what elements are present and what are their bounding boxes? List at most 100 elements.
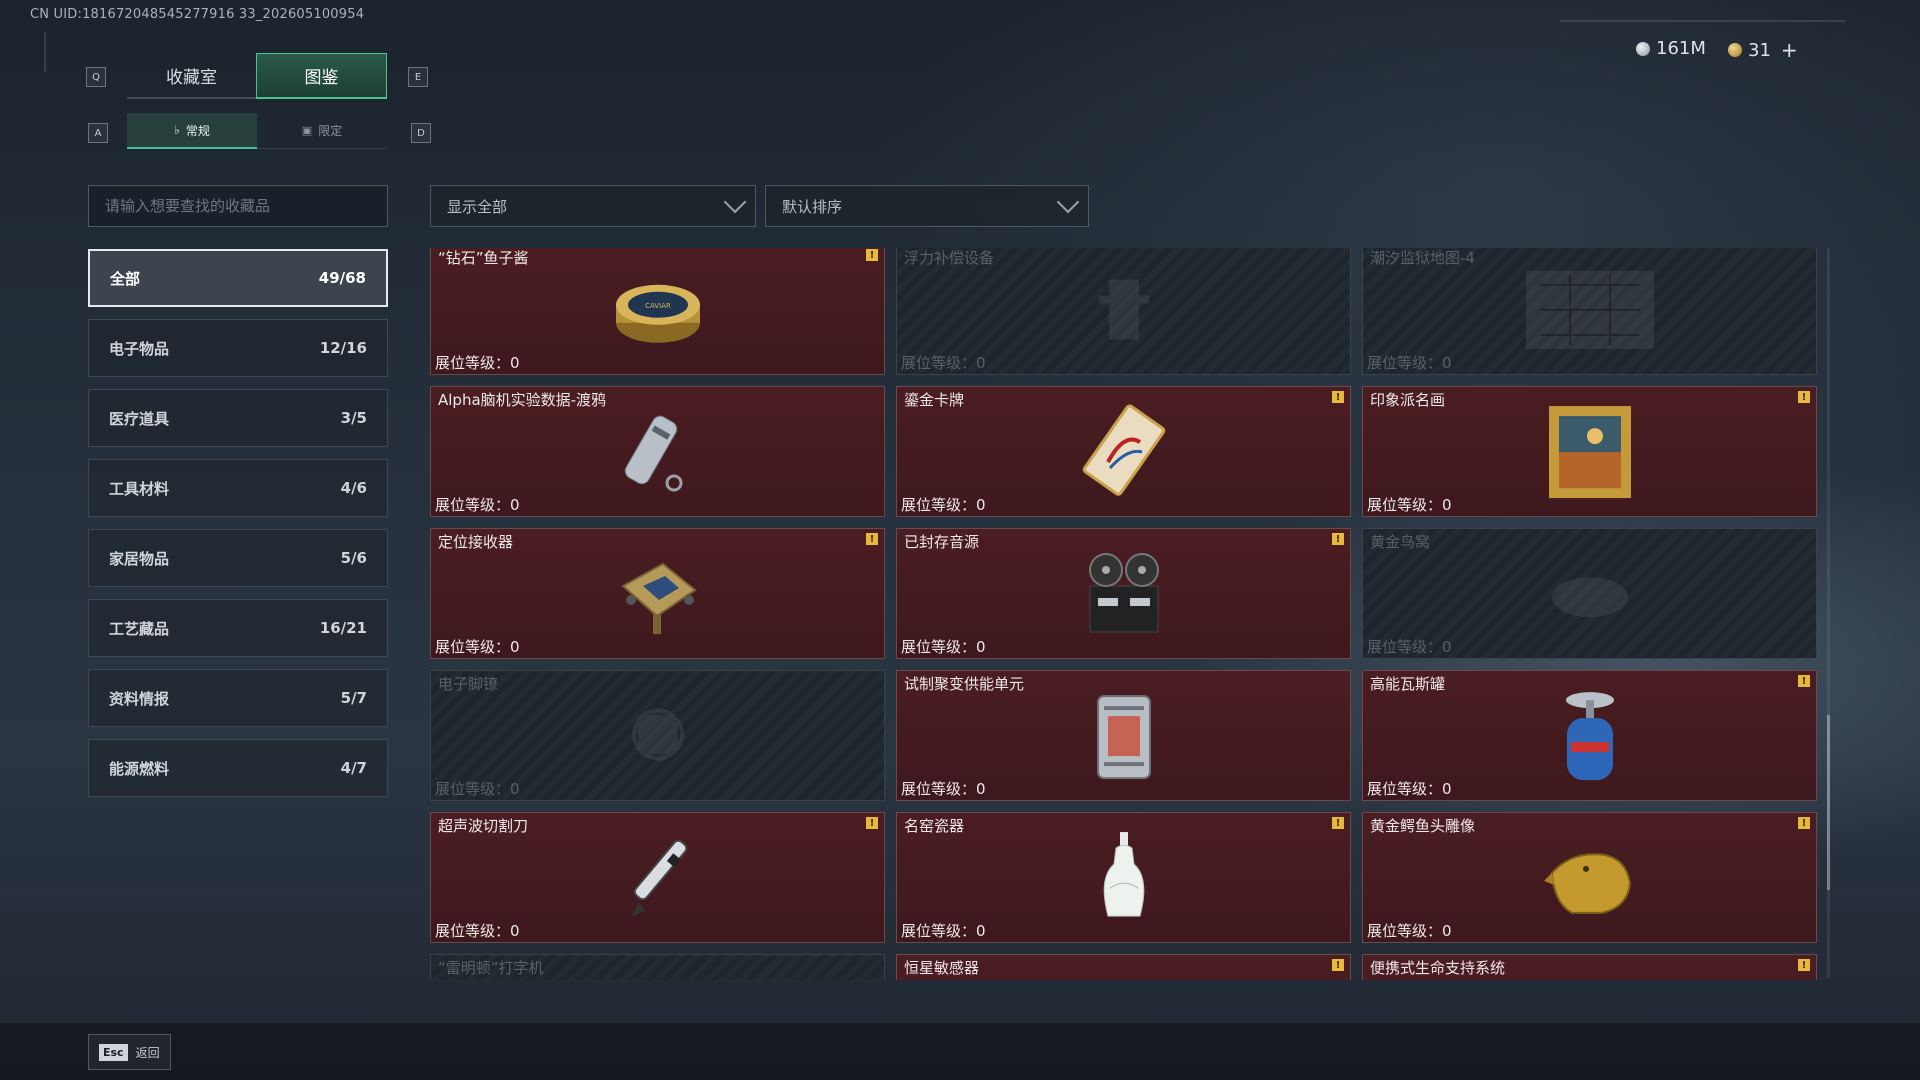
svg-text:CAVIAR: CAVIAR	[645, 301, 671, 309]
image-icon: ▣	[301, 124, 313, 137]
item-level: 展位等级：0	[1367, 638, 1452, 656]
tab-label: 图鉴	[304, 68, 339, 88]
search-input[interactable]	[88, 185, 388, 227]
bottom-bar	[0, 1023, 1920, 1080]
collection-grid: “钻石”鱼子酱 CAVIAR 展位等级：0! 浮力补偿设备 展位等级：0 潮汐监狱地图-4…	[430, 248, 1820, 980]
scrollbar-thumb[interactable]	[1827, 715, 1830, 890]
category-item[interactable]: 资料情报 5/7	[88, 669, 388, 727]
item-level: 展位等级：0	[435, 638, 520, 656]
category-item[interactable]: 电子物品 12/16	[88, 319, 388, 377]
collection-item-card[interactable]: 名窑瓷器 展位等级：0!	[896, 812, 1351, 943]
item-level: 展位等级：0	[901, 638, 986, 656]
collection-item-card[interactable]: 试制聚变供能单元 展位等级：0	[896, 670, 1351, 801]
category-label: 医疗道具	[109, 409, 170, 428]
category-label: 工具材料	[109, 479, 170, 498]
nest-icon	[1545, 563, 1635, 627]
tape-recorder-icon	[1076, 546, 1172, 646]
category-item[interactable]: 医疗道具 3/5	[88, 389, 388, 447]
new-badge-icon: !	[1798, 675, 1810, 687]
tab-collection-room[interactable]: 收藏室	[127, 53, 256, 99]
tab-codex[interactable]: 图鉴	[256, 53, 387, 99]
item-level: 展位等级：0	[1367, 496, 1452, 514]
subtab-limited[interactable]: ▣ 限定	[257, 113, 387, 149]
category-label: 能源燃料	[109, 759, 170, 778]
subtab-label: 限定	[318, 124, 343, 138]
collection-item-card[interactable]: Alpha脑机实验数据-渡鸦 展位等级：0	[430, 386, 885, 517]
collection-item-card[interactable]: “钻石”鱼子酱 CAVIAR 展位等级：0!	[430, 248, 885, 375]
map-icon	[1520, 264, 1660, 358]
category-label: 资料情报	[109, 689, 170, 708]
cutter-icon	[613, 828, 703, 932]
data-drive-icon	[618, 404, 698, 502]
item-name: “钻石”鱼子酱	[438, 249, 529, 267]
collection-item-card[interactable]: 恒星敏感器展位等级：0!	[896, 954, 1351, 980]
item-name: 潮汐监狱地图-4	[1370, 249, 1475, 267]
item-level: 展位等级：0	[901, 780, 986, 798]
collection-item-card[interactable]: 电子脚镣 展位等级：0	[430, 670, 885, 801]
painting-icon	[1545, 402, 1635, 506]
collection-item-card[interactable]: 已封存音源 展位等级：0!	[896, 528, 1351, 659]
caviar-tin-icon: CAVIAR	[612, 266, 704, 356]
collection-item-card[interactable]: 定位接收器 展位等级：0!	[430, 528, 885, 659]
item-level: 展位等级：0	[1367, 354, 1452, 372]
back-button[interactable]: Esc 返回	[88, 1034, 171, 1070]
item-name: 超声波切割刀	[438, 817, 529, 835]
item-name: 定位接收器	[438, 533, 514, 551]
subtab-regular[interactable]: ♭ 常规	[127, 113, 257, 149]
collection-item-card[interactable]: 浮力补偿设备 展位等级：0	[896, 248, 1351, 375]
player-uid: CN UID:181672048545277916 33_20260510095…	[30, 7, 365, 22]
main-tabs: 收藏室 图鉴	[127, 53, 387, 99]
item-name: 印象派名画	[1370, 391, 1446, 409]
item-level: 展位等级：0	[435, 780, 520, 798]
chevron-down-icon	[1056, 190, 1080, 214]
key-hint-e[interactable]: E	[408, 67, 428, 87]
sort-dropdown[interactable]: 默认排序	[765, 185, 1089, 227]
category-label: 家居物品	[109, 549, 170, 568]
collection-item-card[interactable]: 鎏金卡牌 展位等级：0!	[896, 386, 1351, 517]
key-hint-a[interactable]: A	[88, 123, 108, 143]
item-name: “雷明顿”打字机	[438, 959, 544, 977]
category-item[interactable]: 工艺藏品 16/21	[88, 599, 388, 657]
collection-item-card[interactable]: 黄金鸟窝展位等级：0	[1362, 528, 1817, 659]
new-badge-icon: !	[866, 249, 878, 261]
category-count: 3/5	[340, 409, 367, 427]
item-name: 恒星敏感器	[904, 959, 980, 977]
category-item[interactable]: 工具材料 4/6	[88, 459, 388, 517]
decor-line	[44, 32, 46, 72]
category-item[interactable]: 家居物品 5/6	[88, 529, 388, 587]
key-hint-q[interactable]: Q	[86, 67, 106, 87]
item-name: 便携式生命支持系统	[1370, 959, 1506, 977]
gold-currency: 31 +	[1728, 38, 1798, 62]
category-item[interactable]: 全部 49/68	[88, 249, 388, 307]
esc-key-icon: Esc	[99, 1043, 128, 1061]
new-badge-icon: !	[1332, 391, 1344, 403]
collection-item-card[interactable]: 黄金鳄鱼头雕像 展位等级：0!	[1362, 812, 1817, 943]
item-name: Alpha脑机实验数据-渡鸦	[438, 391, 607, 409]
collection-item-card[interactable]: 超声波切割刀 展位等级：0!	[430, 812, 885, 943]
collection-item-card[interactable]: 便携式生命支持系统展位等级：0!	[1362, 954, 1817, 980]
collection-item-card[interactable]: 潮汐监狱地图-4 展位等级：0	[1362, 248, 1817, 375]
item-name: 黄金鸟窝	[1370, 533, 1431, 551]
category-count: 4/7	[340, 759, 367, 777]
collection-item-card[interactable]: 高能瓦斯罐 展位等级：0!	[1362, 670, 1817, 801]
item-level: 展位等级：0	[435, 354, 520, 372]
item-name: 试制聚变供能单元	[904, 675, 1025, 693]
collection-item-card[interactable]: “雷明顿”打字机展位等级：0	[430, 954, 885, 980]
new-badge-icon: !	[1798, 391, 1810, 403]
silver-coin-icon	[1636, 41, 1650, 56]
new-badge-icon: !	[866, 817, 878, 829]
key-hint-d[interactable]: D	[411, 123, 431, 143]
new-badge-icon: !	[1332, 959, 1344, 971]
flask-icon: ♭	[174, 123, 180, 137]
chevron-down-icon	[723, 190, 747, 214]
sort-value: 默认排序	[782, 197, 843, 216]
item-level: 展位等级：0	[901, 922, 986, 940]
item-level: 展位等级：0	[901, 354, 986, 372]
category-item[interactable]: 能源燃料 4/7	[88, 739, 388, 797]
add-currency-button[interactable]: +	[1781, 38, 1798, 62]
collection-item-card[interactable]: 印象派名画展位等级：0!	[1362, 386, 1817, 517]
item-level: 展位等级：0	[901, 496, 986, 514]
filter-dropdown[interactable]: 显示全部	[430, 185, 756, 227]
item-name: 已封存音源	[904, 533, 980, 551]
gilded-card-icon	[1078, 402, 1170, 506]
